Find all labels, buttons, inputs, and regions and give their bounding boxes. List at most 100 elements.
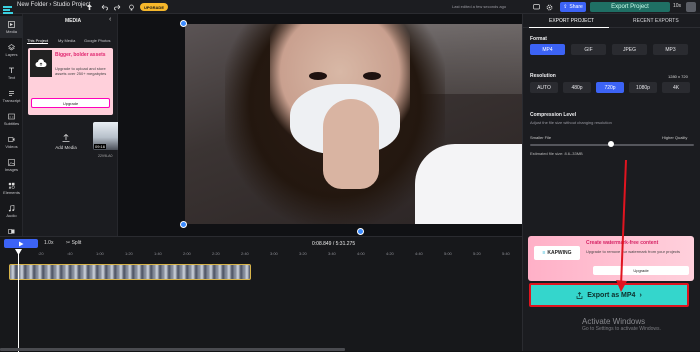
comment-icon[interactable]	[531, 2, 541, 12]
ruler-tick: 3:00	[270, 251, 278, 256]
ruler-tick: 4:40	[415, 251, 423, 256]
timeline-controls: 1.0x ✂ Split 0:08.849 / 5:31.275	[0, 237, 522, 250]
playhead[interactable]	[18, 250, 19, 352]
text-icon	[9, 67, 14, 73]
ruler-tick: 5:20	[473, 251, 481, 256]
resolution-auto-button[interactable]: AUTO	[530, 82, 558, 93]
ruler-tick: 1:00	[96, 251, 104, 256]
export-project-button[interactable]: Export Project	[590, 2, 670, 12]
nav-item-videos[interactable]: Videos	[0, 131, 23, 153]
project-breadcrumb[interactable]: New Folder › Studio Project	[17, 2, 90, 8]
compression-min-label: Smaller File	[530, 135, 552, 140]
nav-item-images[interactable]: Images	[0, 154, 23, 176]
export-as-mp4-button[interactable]: Export as MP4 ›	[529, 283, 689, 307]
upload-icon[interactable]	[84, 2, 94, 12]
clip-name: 22V9LA0	[98, 154, 113, 158]
split-label: Split	[71, 240, 82, 246]
promo-upgrade-button[interactable]: Upgrade	[31, 98, 110, 108]
media-panel-title: MEDIA	[65, 18, 82, 24]
video-preview[interactable]	[185, 24, 537, 224]
tab-my-media[interactable]: My Media	[58, 38, 75, 43]
ruler-tick: 2:20	[212, 251, 220, 256]
nav-item-media[interactable]: Media	[0, 16, 23, 38]
format-gif-button[interactable]: GIF	[571, 44, 606, 55]
upload-icon	[62, 134, 70, 142]
ruler-tick: :40	[67, 251, 73, 256]
watermark-body: Upgrade to remove our watermark from you…	[586, 249, 681, 254]
format-jpeg-button[interactable]: JPEG	[612, 44, 647, 55]
lightbulb-icon[interactable]	[126, 2, 136, 12]
videos-icon	[8, 136, 15, 142]
add-media-button[interactable]: Add Media	[50, 124, 82, 160]
upgrade-promo-card: Bigger, bolder assets Upgrade to upload …	[28, 48, 113, 115]
resize-handle-bottom-left[interactable]	[180, 221, 187, 228]
settings-gear-icon[interactable]	[544, 2, 554, 12]
split-button[interactable]: ✂ Split	[66, 240, 81, 246]
media-panel: MEDIA ‹ This Project My Media Google Pho…	[23, 14, 131, 250]
nav-label: Layers	[5, 51, 18, 57]
subject-hand	[323, 99, 379, 189]
resolution-480p-button[interactable]: 480p	[563, 82, 591, 93]
nav-label: Elements	[3, 189, 20, 195]
add-media-label: Add Media	[55, 145, 77, 150]
tab-google-photos[interactable]: Google Photos	[84, 38, 110, 43]
nav-label: Audio	[6, 212, 17, 218]
share-button[interactable]: ⇪ Share	[560, 2, 586, 12]
video-clip-track[interactable]	[9, 264, 251, 280]
upgrade-button[interactable]: UPGRADE	[140, 3, 168, 11]
subject-eye	[363, 72, 381, 80]
layers-icon	[8, 43, 15, 50]
media-tabs: This Project My Media Google Photos	[27, 38, 115, 46]
ruler-tick: 1:20	[125, 251, 133, 256]
play-icon	[19, 241, 24, 246]
audio-icon	[8, 204, 15, 211]
undo-icon[interactable]	[99, 2, 109, 12]
rotate-handle[interactable]	[357, 228, 364, 235]
tab-export-project[interactable]: EXPORT PROJECT	[549, 18, 594, 24]
play-button[interactable]	[4, 239, 38, 248]
format-mp3-button[interactable]: MP3	[653, 44, 688, 55]
kapwing-logo-icon[interactable]	[3, 2, 15, 14]
timecode: 0:08.849 / 5:31.275	[312, 241, 356, 247]
zoom-level[interactable]: 10s	[673, 3, 681, 9]
images-icon	[8, 158, 15, 166]
ruler-tick: 4:00	[357, 251, 365, 256]
elements-icon	[8, 182, 15, 189]
tab-this-project[interactable]: This Project	[27, 38, 49, 44]
resize-handle-top-left[interactable]	[180, 20, 187, 27]
nav-label: Images	[4, 166, 19, 172]
cloud-upload-icon	[30, 50, 52, 77]
watermark-upgrade-button[interactable]: Upgrade	[593, 266, 689, 275]
resolution-1080p-button[interactable]: 1080p	[629, 82, 657, 93]
timeline-ruler[interactable]: :20 :40 1:00 1:20 1:40 2:00 2:20 2:40 3:…	[9, 251, 522, 259]
nav-item-text[interactable]: Text	[0, 62, 23, 84]
format-mp4-button[interactable]: MP4	[530, 44, 565, 55]
resolution-value: 1280 x 720	[668, 74, 688, 79]
export-icon	[576, 291, 583, 299]
estimated-file-size: Estimated file size: 8.6–33MB	[530, 151, 583, 156]
tab-indicator	[529, 27, 609, 28]
ruler-tick: 3:40	[328, 251, 336, 256]
compression-max-label: Higher Quality	[662, 135, 688, 140]
resolution-4k-button[interactable]: 4K	[662, 82, 690, 93]
tab-recent-exports[interactable]: RECENT EXPORTS	[633, 18, 679, 24]
resolution-label: Resolution	[530, 73, 556, 79]
avatar[interactable]	[686, 2, 696, 12]
nav-item-transcript[interactable]: Transcript	[0, 85, 23, 107]
compression-label: Compression Level	[530, 112, 577, 118]
redo-icon[interactable]	[112, 2, 122, 12]
promo-body: Upgrade to upload and store assets over …	[55, 66, 107, 76]
kapwing-logo-icon: ≡	[542, 250, 546, 256]
collapse-panel-chevron-icon[interactable]: ‹	[109, 16, 111, 23]
nav-item-subtitles[interactable]: Subtitles	[0, 108, 23, 130]
compression-slider-handle[interactable]	[608, 141, 614, 147]
ruler-tick: 2:00	[183, 251, 191, 256]
ruler-tick: 3:20	[299, 251, 307, 256]
resolution-720p-button[interactable]: 720p	[596, 82, 624, 93]
nav-item-layers[interactable]: Layers	[0, 39, 23, 61]
nav-item-audio[interactable]: Audio	[0, 200, 23, 222]
nav-item-elements[interactable]: Elements	[0, 177, 23, 199]
playback-speed[interactable]: 1.0x	[44, 240, 53, 246]
chevron-right-icon: ›	[639, 291, 642, 299]
transitions-icon	[8, 228, 15, 234]
